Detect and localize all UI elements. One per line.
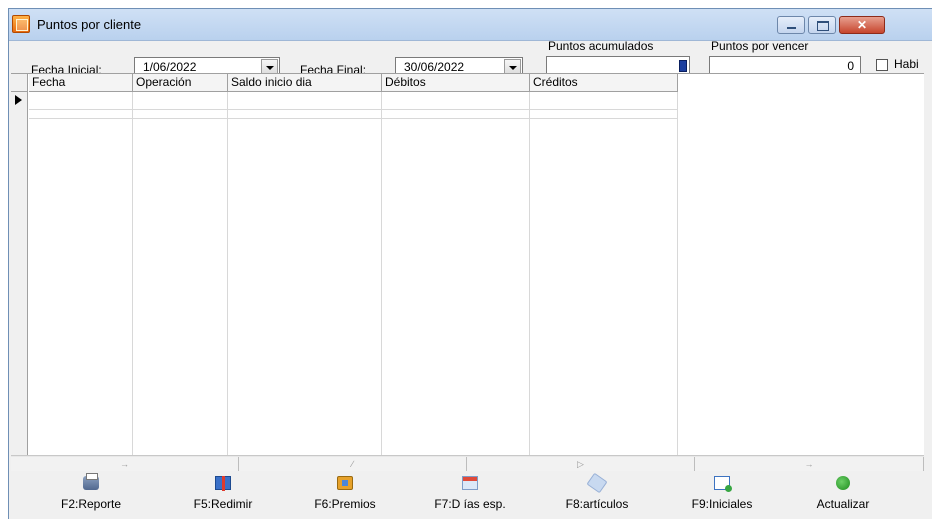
grid-corner [11,74,28,92]
fecha-inicial-value: 1/06/2022 [143,60,197,74]
column-header-operacion[interactable]: Operación [133,74,228,92]
special-days-button[interactable]: F7:D ías esp. [420,472,520,516]
refresh-icon [836,476,850,490]
scroll-segment-first-icon[interactable]: → [11,457,239,471]
puntos-acumulados-label: Puntos acumulados [548,39,654,53]
action-toolbar: F2:Reporte F5:Redimir F6:Premios F7:D ía… [11,472,924,516]
special-days-button-label: F7:D ías esp. [434,497,506,511]
window-title: Puntos por cliente [37,17,142,32]
award-icon [337,476,353,490]
scroll-segment-prev-icon[interactable]: ∕ [239,457,467,471]
minimize-button[interactable] [777,16,805,34]
redeem-button[interactable]: F5:Redimir [173,472,273,516]
points-grid[interactable]: Fecha Operación Saldo inicio dia Débitos… [11,73,924,455]
column-header-fecha[interactable]: Fecha [29,74,133,92]
table-row-divider [29,118,678,119]
scroll-segment-next-icon[interactable]: ▷ [467,457,695,471]
table-row[interactable] [29,109,678,110]
tag-icon [586,472,608,494]
report-button-label: F2:Reporte [60,497,122,511]
title-bar[interactable]: Puntos por cliente [9,9,932,41]
initials-button[interactable]: F9:Iniciales [672,472,772,516]
column-divider [529,92,530,455]
report-button[interactable]: F2:Reporte [41,472,141,516]
app-icon [12,15,30,33]
refresh-button[interactable]: Actualizar [793,472,893,516]
text-cursor-icon [679,60,687,72]
puntos-por-vencer-value: 0 [847,59,854,73]
puntos-por-vencer-label: Puntos por vencer [711,39,809,53]
printer-icon [83,473,99,490]
redeem-button-label: F5:Redimir [193,497,253,511]
scroll-segment-last-icon[interactable]: → [695,457,924,471]
initials-button-label: F9:Iniciales [691,497,753,511]
prizes-button[interactable]: F6:Premios [295,472,395,516]
refresh-button-label: Actualizar [816,497,870,511]
fecha-final-value: 30/06/2022 [404,60,465,74]
column-header-saldo-inicio[interactable]: Saldo inicio dia [228,74,382,92]
column-divider [132,92,133,455]
articles-button-label: F8:artículos [565,497,629,511]
column-divider [381,92,382,455]
column-header-debitos[interactable]: Débitos [382,74,530,92]
current-row-arrow-icon [15,95,22,105]
articles-button[interactable]: F8:artículos [547,472,647,516]
calendar-icon [462,476,478,490]
habilitar-label: Habi [894,57,919,71]
horizontal-scrollbar[interactable]: → ∕ ▷ → [11,455,924,471]
column-header-creditos[interactable]: Créditos [530,74,678,92]
window-icon [714,476,732,492]
close-button[interactable] [839,16,885,34]
column-divider [227,92,228,455]
maximize-button[interactable] [808,16,836,34]
prizes-button-label: F6:Premios [314,497,376,511]
column-divider [677,92,678,455]
row-header-gutter [11,74,28,455]
gift-icon [215,476,231,491]
habilitar-checkbox[interactable] [876,59,888,71]
